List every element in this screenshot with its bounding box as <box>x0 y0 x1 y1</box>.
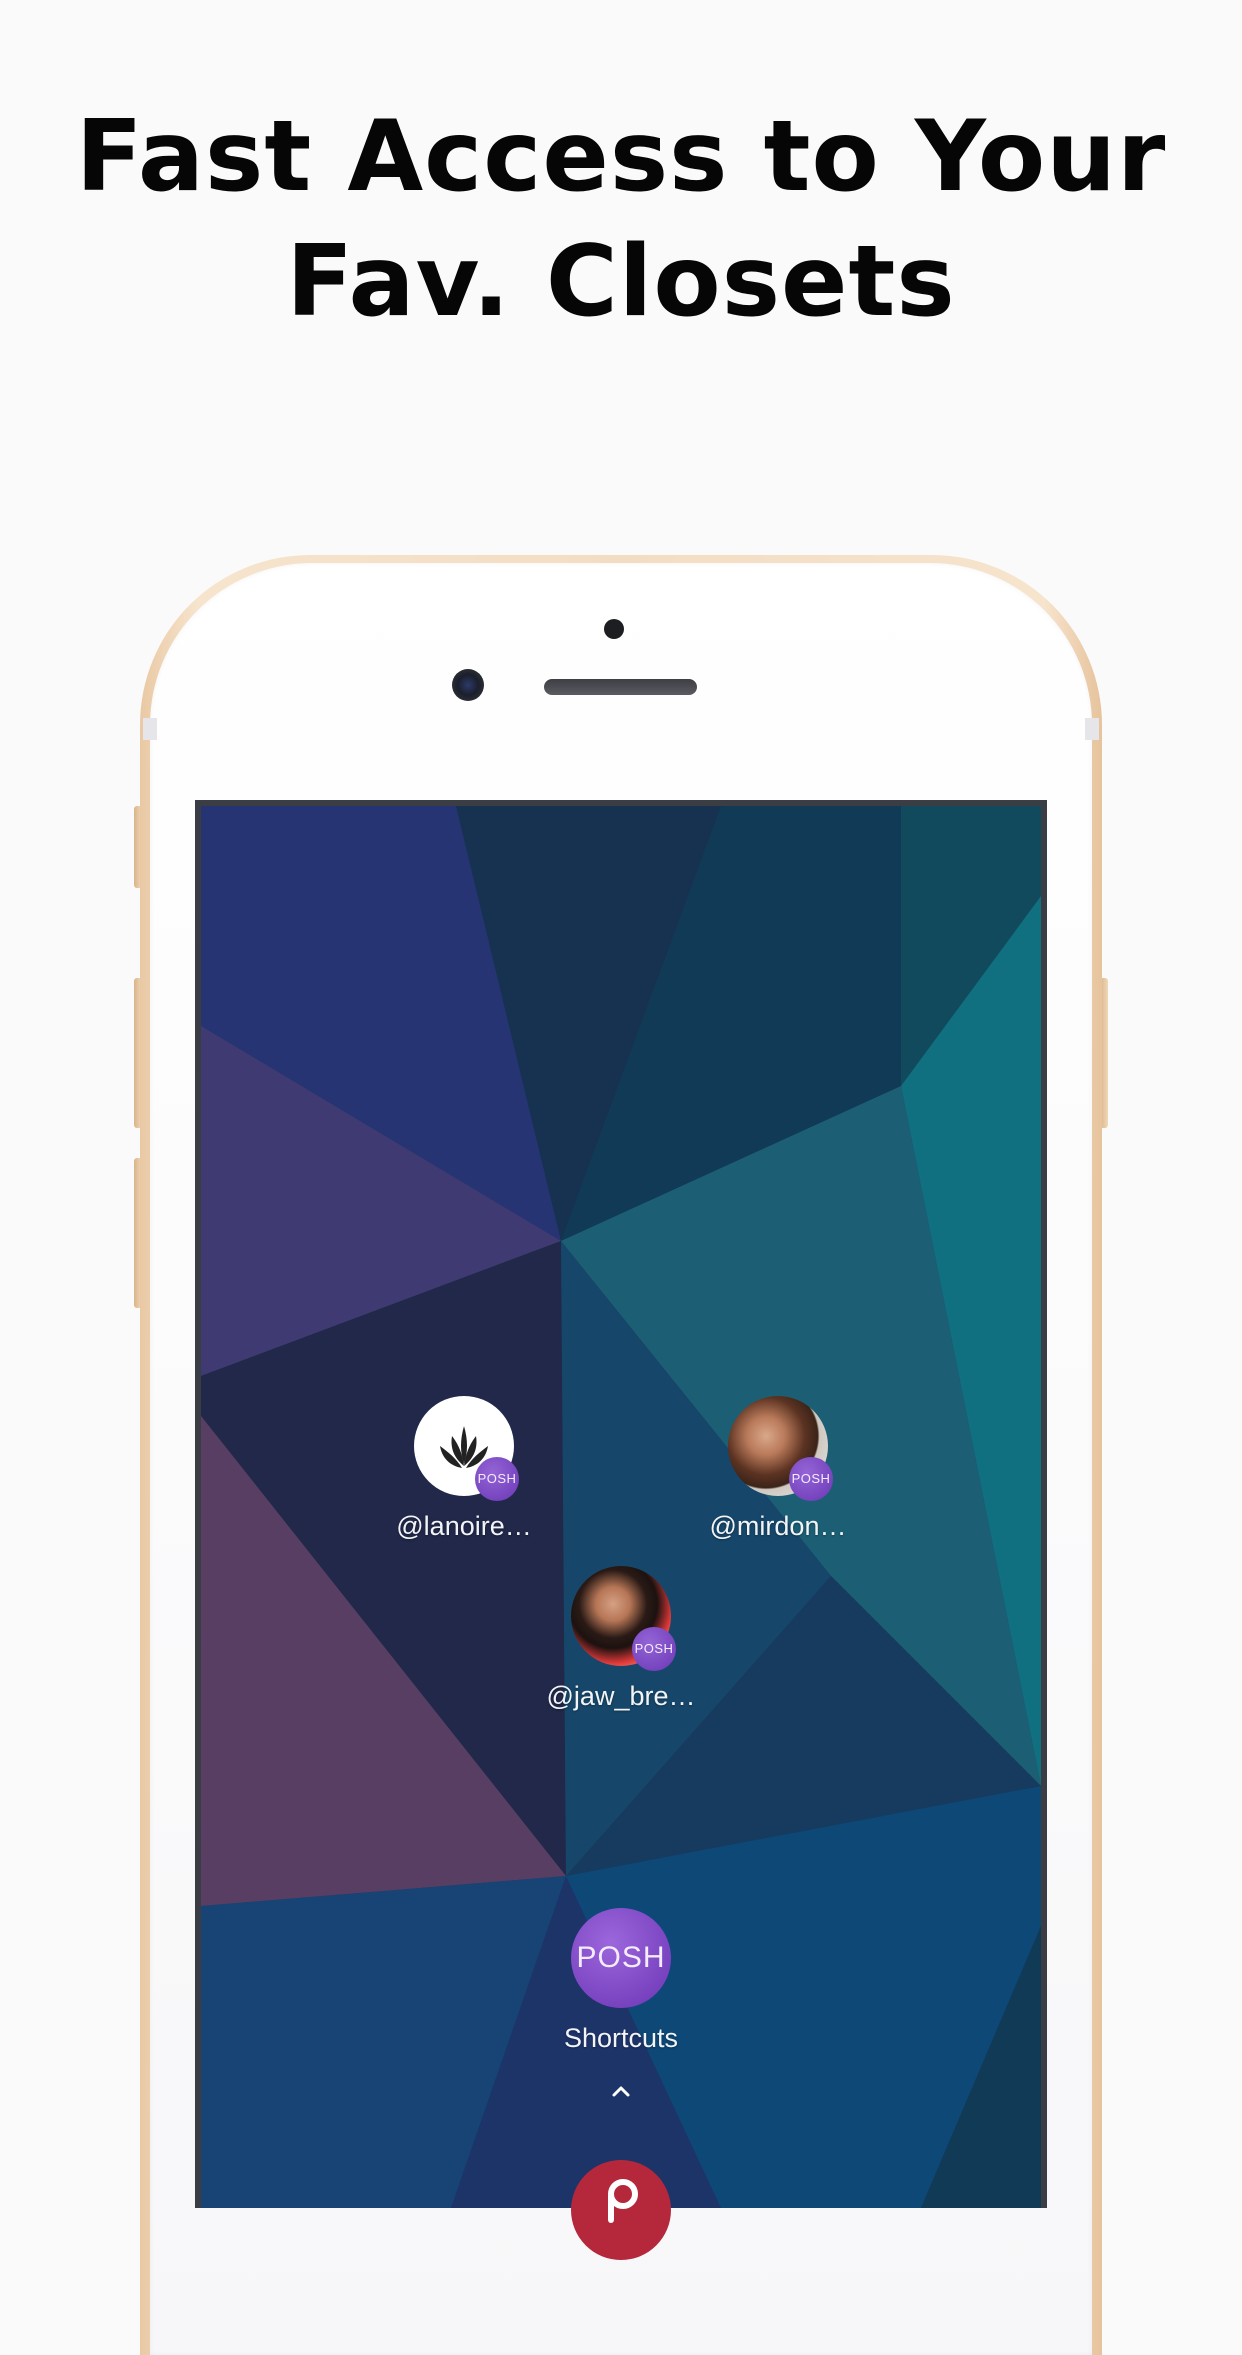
antenna-line-left <box>143 718 157 740</box>
antenna-line-right <box>1085 718 1099 740</box>
avatar: POSH <box>414 1396 519 1501</box>
closet-shortcut-jaw-bre[interactable]: POSH @jaw_bre… <box>541 1566 701 1712</box>
app-label: Shortcuts <box>563 2023 679 2053</box>
chevron-up-icon[interactable] <box>601 2076 641 2106</box>
posh-shortcuts-app[interactable]: POSH Shortcuts <box>541 1908 701 2054</box>
shortcut-label: @mirdon… <box>709 1511 847 1541</box>
posh-badge: POSH <box>789 1457 833 1501</box>
shortcut-label: @jaw_bre… <box>546 1681 696 1711</box>
posh-badge: POSH <box>475 1457 519 1501</box>
closet-shortcut-lanoire[interactable]: POSH @lanoire… <box>384 1396 544 1542</box>
proximity-sensor <box>604 619 624 639</box>
app-drawer-app-icon[interactable] <box>571 2160 671 2260</box>
closet-shortcut-mirdon[interactable]: POSH @mirdon… <box>698 1396 858 1542</box>
posh-app-icon: POSH <box>571 1908 671 2008</box>
avatar: POSH <box>571 1566 676 1671</box>
posh-badge: POSH <box>632 1627 676 1671</box>
earpiece-speaker <box>544 679 697 695</box>
shortcut-label: @lanoire… <box>396 1511 532 1541</box>
avatar: POSH <box>728 1396 833 1501</box>
front-camera-icon <box>452 669 484 701</box>
headline-line-1: Fast Access to Your <box>75 100 1167 214</box>
headline-line-2: Fav. Closets <box>286 225 956 339</box>
app-logo-icon <box>608 2179 638 2223</box>
page-headline: Fast Access to Your Fav. Closets <box>0 95 1242 345</box>
